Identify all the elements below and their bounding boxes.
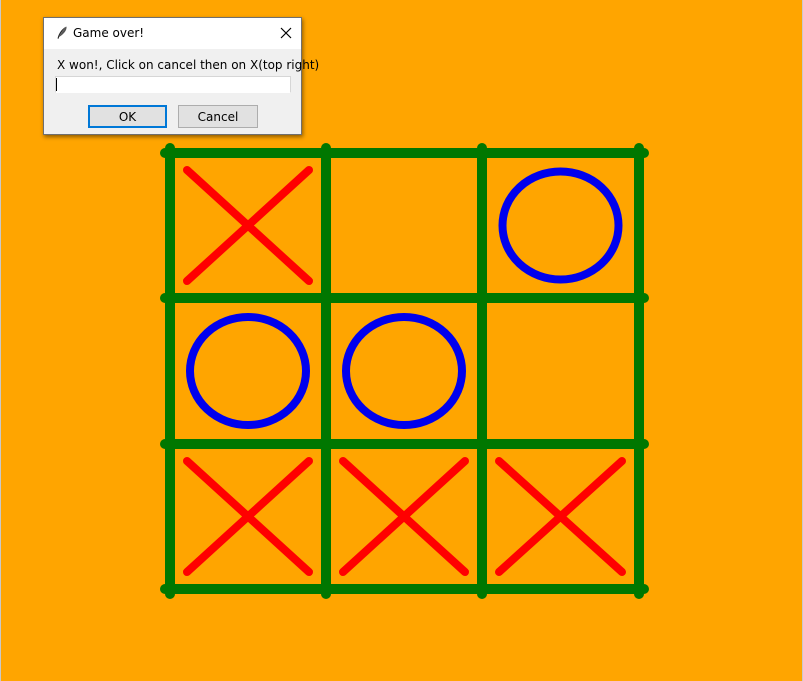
board-cell-1-0[interactable] xyxy=(175,303,321,439)
answer-input[interactable] xyxy=(55,76,291,93)
game-over-dialog: Game over! X won!, Click on cancel then … xyxy=(43,17,319,135)
close-button[interactable] xyxy=(270,18,301,49)
feather-icon xyxy=(54,25,70,41)
board-cell-0-1[interactable] xyxy=(331,158,477,293)
board-cell-1-2[interactable] xyxy=(487,303,634,439)
board-cell-0-0[interactable] xyxy=(175,158,321,293)
ok-button[interactable]: OK xyxy=(88,105,167,128)
cancel-button[interactable]: Cancel xyxy=(178,105,258,128)
board-cell-1-1[interactable] xyxy=(331,303,477,439)
board-cell-2-2[interactable] xyxy=(487,449,634,584)
dialog-message: X won!, Click on cancel then on X(top ri… xyxy=(57,58,320,72)
dialog-title: Game over! xyxy=(73,26,145,40)
text-caret xyxy=(56,78,57,91)
dialog-titlebar[interactable]: Game over! xyxy=(44,18,301,49)
board-cell-2-1[interactable] xyxy=(331,449,477,584)
board-cell-0-2[interactable] xyxy=(487,158,634,293)
board-cell-2-0[interactable] xyxy=(175,449,321,584)
close-icon xyxy=(280,24,292,43)
